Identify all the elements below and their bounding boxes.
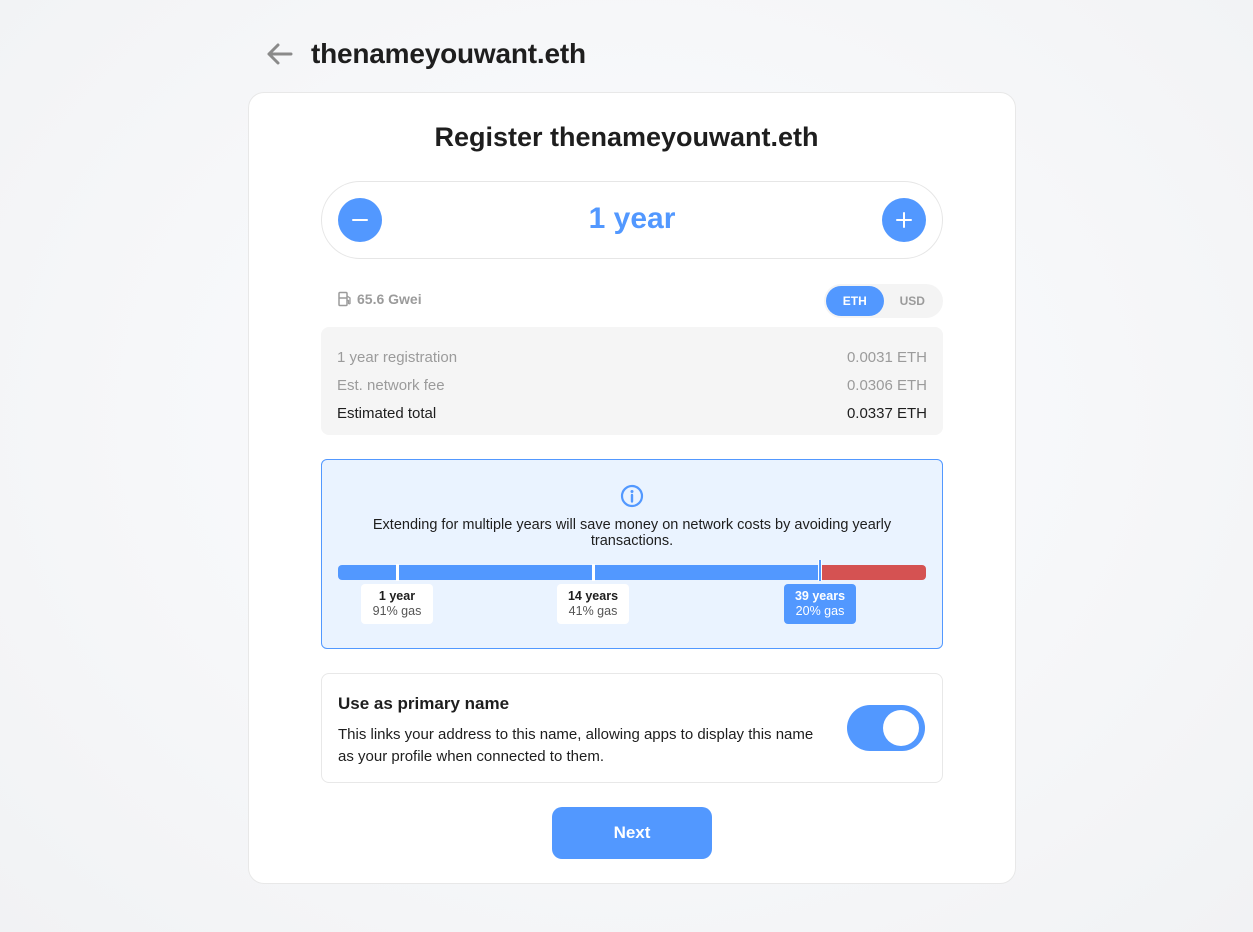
page-header: thenameyouwant.eth: [263, 34, 586, 74]
toggle-knob: [883, 710, 919, 746]
bar-segment-blue: [338, 565, 822, 580]
gas-label: 65.6 Gwei: [357, 291, 422, 307]
marker-gas: 41% gas: [568, 604, 618, 618]
bar-segment-red: [822, 565, 926, 580]
price-breakdown: 1 year registration 0.0031 ETH Est. netw…: [321, 327, 943, 435]
primary-name-title: Use as primary name: [338, 694, 510, 713]
marker-line-39-years[interactable]: [818, 560, 822, 581]
price-label: Estimated total: [337, 404, 437, 422]
marker-gas: 91% gas: [372, 604, 422, 618]
back-button[interactable]: [263, 38, 295, 70]
price-value: 0.0031 ETH: [846, 348, 927, 366]
price-row-registration: 1 year registration 0.0031 ETH: [337, 343, 927, 371]
next-button[interactable]: Next: [552, 807, 712, 859]
marker-years: 39 years: [794, 589, 846, 603]
increment-button[interactable]: [882, 198, 926, 242]
savings-info-box: Extending for multiple years will save m…: [321, 459, 943, 649]
marker-label-1-year: 1 year 91% gas: [361, 584, 433, 624]
primary-name-option: Use as primary name This links your addr…: [321, 673, 943, 783]
gas-pump-icon: [338, 291, 351, 307]
currency-usd[interactable]: USD: [884, 286, 942, 316]
info-icon: [620, 484, 644, 508]
marker-gas: 20% gas: [795, 604, 845, 618]
currency-eth[interactable]: ETH: [826, 286, 884, 316]
plus-icon: [896, 212, 912, 228]
marker-line-1-year: [396, 564, 399, 581]
arrow-left-icon: [267, 43, 293, 65]
marker-years: 1 year: [378, 589, 416, 603]
primary-name-toggle[interactable]: [847, 705, 925, 751]
gas-price: 65.6 Gwei: [337, 291, 422, 307]
price-value: 0.0337 ETH: [846, 404, 927, 422]
price-row-network-fee: Est. network fee 0.0306 ETH: [337, 371, 927, 399]
page-title: thenameyouwant.eth: [311, 38, 586, 69]
marker-label-14-years: 14 years 41% gas: [557, 584, 629, 624]
duration-value: 1 year: [588, 202, 676, 235]
currency-toggle: ETH USD: [824, 284, 943, 318]
info-text: Extending for multiple years will save m…: [372, 517, 892, 549]
duration-stepper: 1 year: [321, 181, 943, 259]
register-title: Register thenameyouwant.eth: [434, 122, 819, 152]
price-label: Est. network fee: [337, 376, 445, 394]
price-value: 0.0306 ETH: [846, 376, 927, 394]
price-label: 1 year registration: [337, 348, 458, 366]
marker-label-39-years: 39 years 20% gas: [784, 584, 856, 624]
price-row-total: Estimated total 0.0337 ETH: [337, 399, 927, 427]
primary-name-description: This links your address to this name, al…: [338, 726, 814, 765]
marker-years: 14 years: [567, 589, 619, 603]
marker-line-14-years: [592, 564, 595, 581]
